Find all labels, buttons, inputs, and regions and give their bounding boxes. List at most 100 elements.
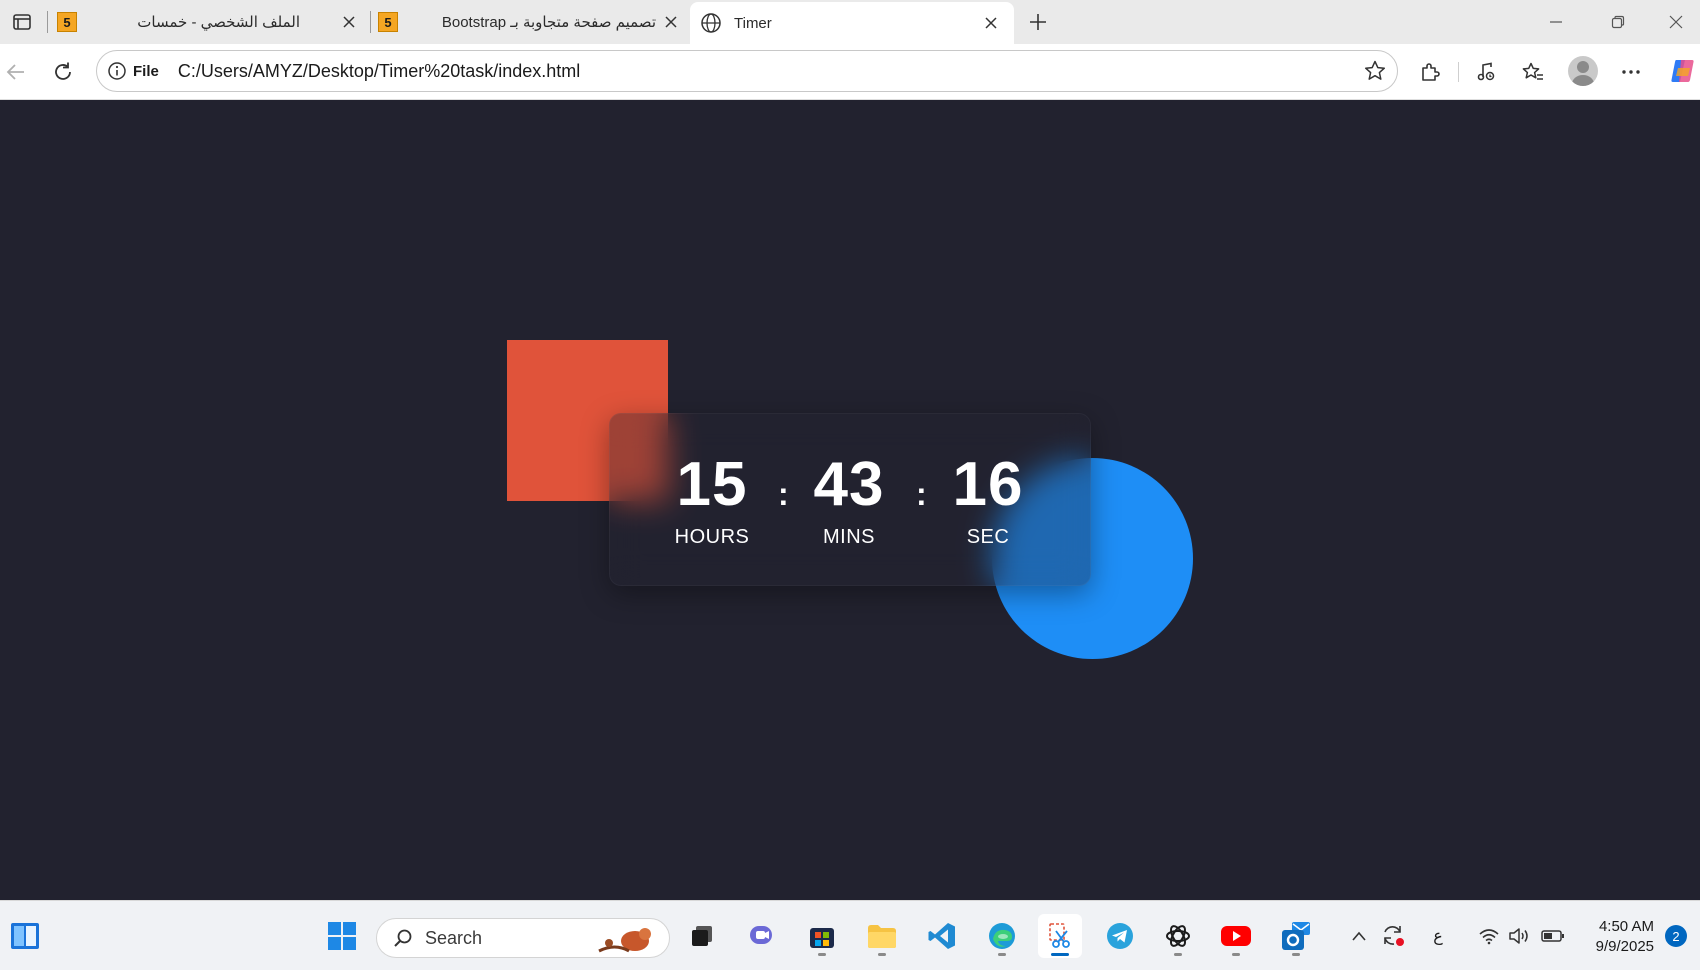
vscode-button[interactable] xyxy=(920,914,964,958)
ime-indicator[interactable]: ع xyxy=(1424,921,1452,951)
arrow-left-icon xyxy=(6,64,24,80)
task-view-button[interactable] xyxy=(680,914,724,958)
tab-bootstrap-design[interactable]: 5 تصميم صفحة متجاوبة بـ Bootstrap xyxy=(372,0,690,44)
youtube-button[interactable] xyxy=(1214,914,1258,958)
running-indicator xyxy=(1292,953,1300,956)
tab-title: Timer xyxy=(734,14,772,32)
favicon-badge: 5 xyxy=(384,14,392,30)
khamsat-5-icon: 5 xyxy=(57,12,77,32)
globe-icon xyxy=(701,13,721,33)
refresh-icon xyxy=(55,62,71,80)
taskbar: Search ع 4:50 AM 9/9/2025 2 xyxy=(0,900,1700,970)
tab-close-button[interactable] xyxy=(662,13,680,31)
site-label: File xyxy=(133,62,159,80)
address-bar[interactable]: File C:/Users/AMYZ/Desktop/Timer%20task/… xyxy=(96,50,1398,92)
store-icon xyxy=(810,928,834,948)
close-icon xyxy=(343,16,355,28)
close-icon xyxy=(985,17,997,29)
telegram-icon xyxy=(1107,923,1133,949)
tab-close-button[interactable] xyxy=(982,14,1000,32)
favicon-badge: 5 xyxy=(63,14,71,30)
start-button[interactable] xyxy=(320,914,364,958)
outlook-icon xyxy=(1282,922,1310,950)
favorites-button[interactable] xyxy=(1517,56,1549,88)
tab-strip: 5 الملف الشخصي - خمسات 5 تصميم صفحة متجا… xyxy=(0,0,1700,44)
chat-app-button[interactable] xyxy=(740,914,784,958)
outlook-button[interactable] xyxy=(1274,914,1318,958)
khamsat-5-icon: 5 xyxy=(378,12,398,32)
tab-actions-icon xyxy=(13,14,31,30)
snipping-tool-icon xyxy=(1049,923,1070,948)
tab-close-button[interactable] xyxy=(340,13,358,31)
profile-avatar[interactable] xyxy=(1568,56,1598,86)
youtube-icon xyxy=(1221,926,1251,946)
extensions-button[interactable] xyxy=(1414,56,1446,88)
wifi-button[interactable] xyxy=(1474,921,1504,951)
site-info-button[interactable]: File xyxy=(107,61,159,81)
back-button[interactable] xyxy=(0,56,32,88)
media-button[interactable] xyxy=(1470,56,1502,88)
running-indicator xyxy=(818,953,826,956)
chat-icon xyxy=(750,926,772,944)
clock-date: 9/9/2025 xyxy=(1595,938,1654,955)
hours-value: 15 xyxy=(676,450,748,519)
tab-khamsat-profile[interactable]: 5 الملف الشخصي - خمسات xyxy=(50,0,360,44)
more-menu-button[interactable] xyxy=(1615,56,1647,88)
mins-label: MINS xyxy=(823,526,875,548)
toolbar-divider xyxy=(1458,62,1459,82)
widgets-button[interactable] xyxy=(3,914,47,958)
restore-button[interactable] xyxy=(1590,0,1646,44)
clock-time: 4:50 AM xyxy=(1598,918,1654,935)
timer-separator: : xyxy=(778,476,789,512)
browser-toolbar: File C:/Users/AMYZ/Desktop/Timer%20task/… xyxy=(0,44,1700,100)
more-dots-icon xyxy=(1622,70,1640,74)
file-explorer-icon xyxy=(868,925,896,948)
sec-label: SEC xyxy=(966,526,1010,548)
search-highlight-icon xyxy=(598,928,651,953)
volume-button[interactable] xyxy=(1504,921,1534,951)
show-hidden-icons-button[interactable] xyxy=(1346,921,1372,951)
minimize-button[interactable] xyxy=(1528,0,1584,44)
notification-badge[interactable]: 2 xyxy=(1665,925,1687,947)
edge-button[interactable] xyxy=(980,914,1024,958)
favorites-list-icon xyxy=(1522,62,1543,80)
widgets-icon xyxy=(11,923,39,949)
speaker-icon xyxy=(1509,928,1528,944)
tab-title: الملف الشخصي - خمسات xyxy=(137,14,300,31)
tab-title: تصميم صفحة متجاوبة بـ Bootstrap xyxy=(441,14,656,31)
new-tab-button[interactable] xyxy=(1024,8,1052,36)
timer-separator: : xyxy=(916,476,927,512)
task-view-icon xyxy=(692,926,712,946)
snipping-tool-button[interactable] xyxy=(1038,914,1082,958)
hours-label: HOURS xyxy=(674,526,750,548)
refresh-button[interactable] xyxy=(47,56,79,88)
sync-icon xyxy=(1384,926,1404,946)
clock[interactable]: 4:50 AM 9/9/2025 xyxy=(1580,917,1654,957)
tab-timer[interactable]: Timer xyxy=(690,2,1014,44)
file-explorer-button[interactable] xyxy=(860,914,904,958)
avatar-body xyxy=(1572,75,1594,86)
chatgpt-icon xyxy=(1166,925,1190,947)
url-text[interactable]: C:/Users/AMYZ/Desktop/Timer%20task/index… xyxy=(178,61,580,82)
chatgpt-button[interactable] xyxy=(1156,914,1200,958)
music-note-icon xyxy=(1477,62,1495,81)
minimize-icon xyxy=(1550,21,1562,23)
sec-value: 16 xyxy=(952,450,1024,519)
telegram-button[interactable] xyxy=(1098,914,1142,958)
avatar-head xyxy=(1577,61,1589,73)
copilot-button[interactable] xyxy=(1668,56,1698,86)
timer-mins: 43 MINS xyxy=(794,452,904,549)
info-icon xyxy=(108,62,126,80)
store-button[interactable] xyxy=(800,914,844,958)
timer-card: 15 HOURS : 43 MINS : 16 SEC xyxy=(609,413,1091,586)
tab-separator xyxy=(47,11,48,33)
taskbar-search[interactable]: Search xyxy=(376,918,670,958)
close-icon xyxy=(1669,15,1683,29)
battery-button[interactable] xyxy=(1538,921,1568,951)
tab-actions-button[interactable] xyxy=(0,0,44,44)
close-window-button[interactable] xyxy=(1652,0,1700,44)
favorite-button[interactable] xyxy=(1363,59,1387,83)
start-icon xyxy=(328,922,356,950)
running-indicator xyxy=(1174,953,1182,956)
sync-status-button[interactable] xyxy=(1378,921,1408,951)
